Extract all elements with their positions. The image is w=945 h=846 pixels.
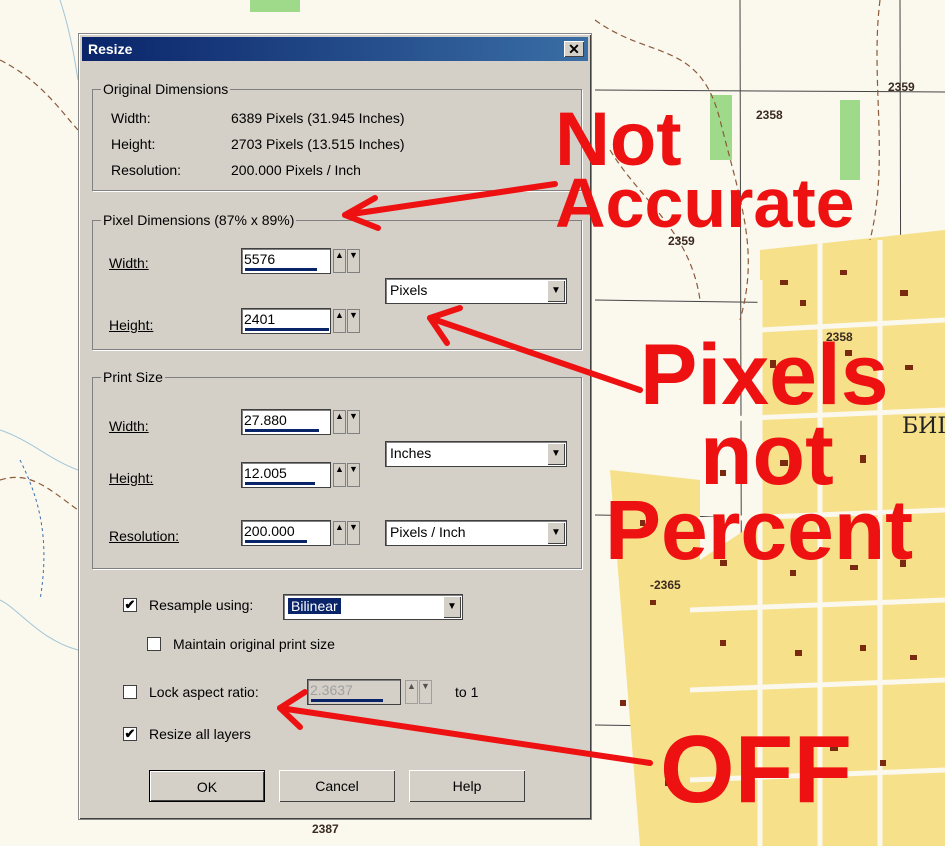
pixel-width-label: Width: xyxy=(109,255,149,271)
spin-down-icon[interactable]: ▼ xyxy=(347,410,360,434)
spin-down-icon[interactable]: ▼ xyxy=(347,463,360,487)
print-width-label: Width: xyxy=(109,418,149,434)
print-unit-dropdown[interactable]: Inches ▼ xyxy=(385,441,567,467)
orig-resolution-value: 200.000 Pixels / Inch xyxy=(231,162,361,178)
print-height-input[interactable]: 12.005 xyxy=(241,462,331,488)
ok-button[interactable]: OK xyxy=(149,770,265,802)
help-button[interactable]: Help xyxy=(409,770,525,802)
map-place-label: БИІ xyxy=(902,414,945,439)
spin-up-icon[interactable]: ▲ xyxy=(333,410,346,434)
spin-down-icon[interactable]: ▼ xyxy=(347,309,360,333)
print-width-input[interactable]: 27.880 xyxy=(241,409,331,435)
resize-dialog: Resize ✕ Original Dimensions Width: 6389… xyxy=(78,33,592,820)
orig-width-value: 6389 Pixels (31.945 Inches) xyxy=(231,110,405,126)
resolution-spinner[interactable]: ▲ ▼ xyxy=(333,520,361,546)
resample-method-dropdown[interactable]: Bilinear ▼ xyxy=(283,594,463,620)
maintain-print-size-checkbox[interactable] xyxy=(147,637,161,651)
spin-up-icon[interactable]: ▲ xyxy=(333,309,346,333)
pixel-height-spinner[interactable]: ▲ ▼ xyxy=(333,308,361,334)
group-legend: Pixel Dimensions (87% x 89%) xyxy=(101,212,297,228)
map-elevation-label: 2359 xyxy=(888,80,915,94)
print-size-group: Print Size Width: 27.880 ▲ ▼ Height: 12.… xyxy=(92,369,582,569)
lock-aspect-label: Lock aspect ratio: xyxy=(149,684,259,700)
resolution-unit-dropdown[interactable]: Pixels / Inch ▼ xyxy=(385,520,567,546)
annotation-off: OFF xyxy=(660,716,852,823)
resample-label: Resample using: xyxy=(149,597,254,613)
annotation-pixels: Pixels xyxy=(640,327,889,423)
pixel-width-spinner[interactable]: ▲ ▼ xyxy=(333,248,361,274)
spin-down-icon[interactable]: ▼ xyxy=(419,680,432,704)
spin-up-icon[interactable]: ▲ xyxy=(333,249,346,273)
annotation-percent: Percent xyxy=(605,483,914,577)
aspect-ratio-spinner[interactable]: ▲ ▼ xyxy=(405,679,433,705)
resolution-input[interactable]: 200.000 xyxy=(241,520,331,546)
orig-height-value: 2703 Pixels (13.515 Inches) xyxy=(231,136,405,152)
pixel-unit-dropdown[interactable]: Pixels ▼ xyxy=(385,278,567,304)
cancel-button[interactable]: Cancel xyxy=(279,770,395,802)
title-bar[interactable]: Resize ✕ xyxy=(82,37,588,61)
original-dimensions-group: Original Dimensions Width: 6389 Pixels (… xyxy=(92,81,582,191)
map-elevation-label: 2387 xyxy=(312,822,339,836)
orig-resolution-label: Resolution: xyxy=(111,162,182,178)
orig-width-label: Width: xyxy=(111,110,151,126)
lock-aspect-checkbox[interactable] xyxy=(123,685,137,699)
maintain-print-size-label: Maintain original print size xyxy=(173,636,335,652)
print-width-spinner[interactable]: ▲ ▼ xyxy=(333,409,361,435)
spin-up-icon[interactable]: ▲ xyxy=(333,521,346,545)
resize-all-layers-checkbox[interactable]: ✔ xyxy=(123,727,137,741)
resample-checkbox[interactable]: ✔ xyxy=(123,598,137,612)
resolution-label: Resolution: xyxy=(109,528,180,544)
chevron-down-icon[interactable]: ▼ xyxy=(547,443,565,465)
map-elevation-label: 2358 xyxy=(756,108,783,122)
pixel-height-label: Height: xyxy=(109,317,154,333)
pixel-width-input[interactable]: 5576 xyxy=(241,248,331,274)
spin-down-icon[interactable]: ▼ xyxy=(347,249,360,273)
close-icon: ✕ xyxy=(568,41,580,57)
print-height-spinner[interactable]: ▲ ▼ xyxy=(333,462,361,488)
orig-height-label: Height: xyxy=(111,136,156,152)
spin-down-icon[interactable]: ▼ xyxy=(347,521,360,545)
pixel-height-input[interactable]: 2401 xyxy=(241,308,331,334)
aspect-suffix: to 1 xyxy=(455,684,479,700)
spin-up-icon[interactable]: ▲ xyxy=(405,680,418,704)
chevron-down-icon[interactable]: ▼ xyxy=(443,596,461,618)
group-legend: Original Dimensions xyxy=(101,81,231,97)
pixel-dimensions-group: Pixel Dimensions (87% x 89%) Width: 5576… xyxy=(92,212,582,350)
aspect-ratio-input[interactable]: 2.3637 xyxy=(307,679,401,705)
chevron-down-icon[interactable]: ▼ xyxy=(547,522,565,544)
spin-up-icon[interactable]: ▲ xyxy=(333,463,346,487)
print-height-label: Height: xyxy=(109,470,154,486)
group-legend: Print Size xyxy=(101,369,165,385)
annotation-accurate: Accurate xyxy=(555,164,855,242)
chevron-down-icon[interactable]: ▼ xyxy=(547,280,565,302)
dialog-title: Resize xyxy=(88,41,133,57)
map-elevation-label: -2365 xyxy=(650,578,681,592)
resize-all-layers-label: Resize all layers xyxy=(149,726,251,742)
close-button[interactable]: ✕ xyxy=(564,41,584,57)
